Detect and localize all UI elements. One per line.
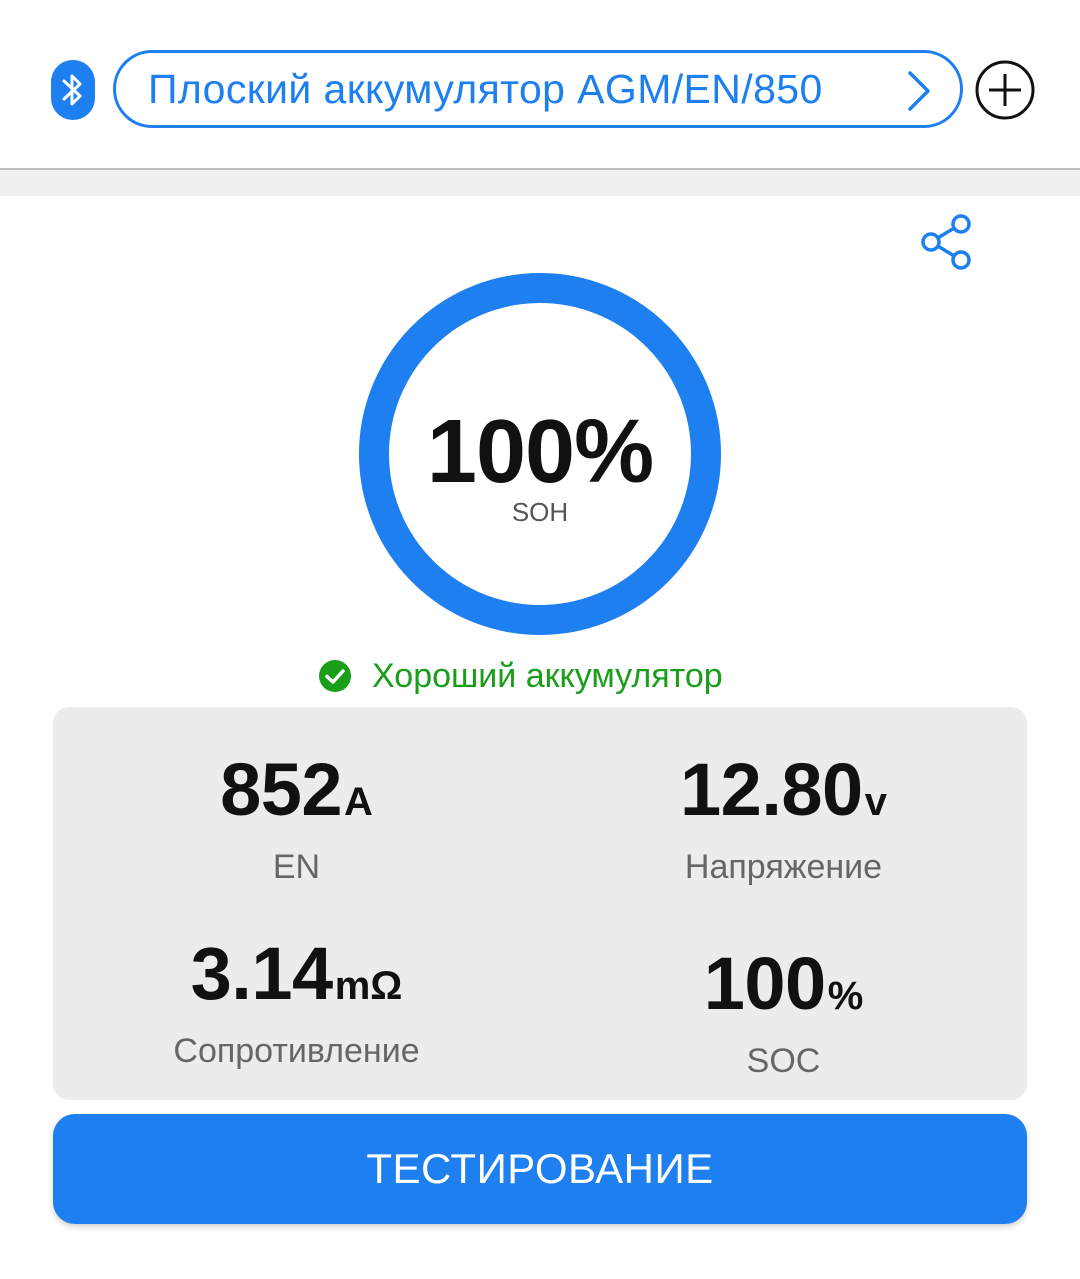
battery-type-label: Плоский аккумулятор AGM/EN/850 [148, 65, 823, 112]
en-value: 852 [220, 748, 343, 831]
resistance-unit: mΩ [334, 964, 403, 1008]
battery-type-selector[interactable]: Плоский аккумулятор AGM/EN/850 [113, 50, 963, 128]
metrics-panel: 852A EN 12.80v Напряжение 3.14mΩ Сопроти… [53, 707, 1027, 1100]
bluetooth-icon[interactable] [51, 60, 95, 120]
top-bar: Плоский аккумулятор AGM/EN/850 [0, 0, 1080, 168]
chevron-right-icon [908, 71, 930, 111]
metric-soc: 100% SOC [540, 939, 1027, 1081]
metric-en: 852A EN [53, 745, 540, 887]
voltage-unit: v [864, 780, 887, 824]
check-circle-icon [319, 660, 351, 692]
metric-voltage: 12.80v Напряжение [540, 745, 1027, 887]
soc-value: 100 [703, 942, 826, 1025]
soh-label: SOH [511, 497, 569, 527]
battery-status: Хороший аккумулятор [318, 654, 723, 698]
add-battery-button[interactable] [975, 60, 1035, 120]
voltage-label: Напряжение [684, 848, 883, 886]
soc-unit: % [827, 974, 864, 1018]
share-icon[interactable] [915, 212, 975, 272]
soc-label: SOC [746, 1042, 821, 1080]
test-button[interactable]: ТЕСТИРОВАНИЕ [53, 1114, 1027, 1224]
resistance-value: 3.14 [190, 932, 334, 1015]
metric-resistance: 3.14mΩ Сопротивление [53, 929, 540, 1071]
en-unit: A [344, 780, 373, 824]
soh-value: 100% [426, 402, 654, 502]
en-label: EN [272, 848, 321, 886]
section-separator [0, 170, 1080, 196]
voltage-value: 12.80 [680, 748, 863, 831]
test-button-label: ТЕСТИРОВАНИЕ [366, 1145, 714, 1192]
status-text: Хороший аккумулятор [372, 656, 723, 695]
resistance-label: Сопротивление [173, 1032, 420, 1070]
